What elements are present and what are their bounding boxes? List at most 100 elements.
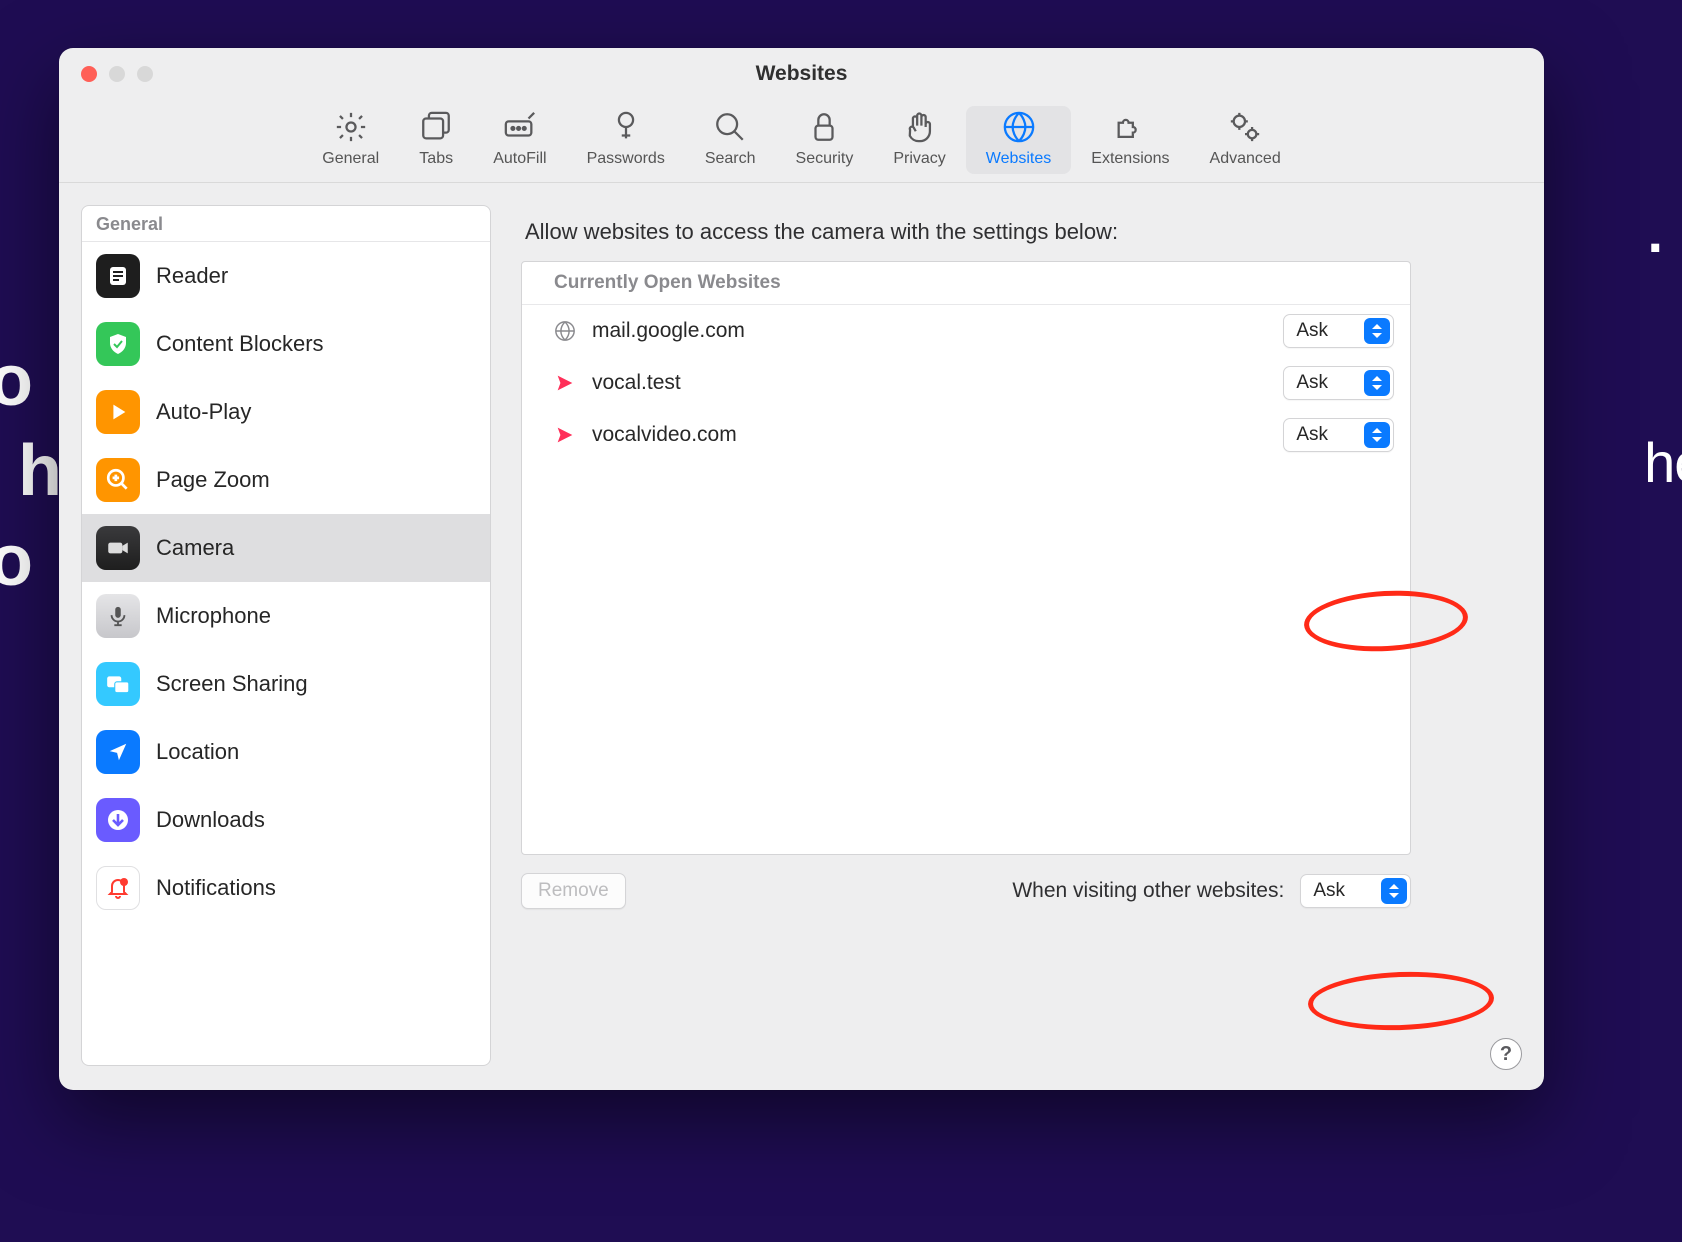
toolbar-tabs[interactable]: Tabs	[399, 106, 473, 174]
sidebar-item-microphone[interactable]: Microphone	[82, 582, 490, 650]
toolbar-label: Extensions	[1091, 150, 1169, 168]
toolbar-passwords[interactable]: Passwords	[567, 106, 685, 174]
toolbar-autofill[interactable]: AutoFill	[473, 106, 566, 174]
site-name: vocalvideo.com	[592, 423, 737, 447]
websites-table: Currently Open Websites mail.google.com …	[521, 261, 1411, 855]
location-icon	[96, 730, 140, 774]
toolbar-label: Advanced	[1210, 150, 1281, 168]
toolbar-websites[interactable]: Websites	[966, 106, 1072, 174]
toolbar-label: Privacy	[893, 150, 945, 168]
background-text: io	[0, 520, 32, 602]
footer-row: Remove When visiting other websites: Ask	[521, 867, 1411, 909]
permission-value: Ask	[1284, 372, 1364, 394]
site-name: mail.google.com	[592, 319, 745, 343]
search-icon	[713, 110, 747, 144]
bell-icon	[96, 866, 140, 910]
sidebar-item-reader[interactable]: Reader	[82, 242, 490, 310]
autofill-icon	[503, 110, 537, 144]
toolbar-advanced[interactable]: Advanced	[1190, 106, 1301, 174]
toolbar-label: Tabs	[419, 150, 453, 168]
vocal-favicon-icon	[552, 422, 578, 448]
toolbar-label: Security	[796, 150, 854, 168]
toolbar-security[interactable]: Security	[776, 106, 874, 174]
play-icon	[96, 390, 140, 434]
background-text: her	[1644, 430, 1682, 495]
toolbar-label: AutoFill	[493, 150, 546, 168]
toolbar-search[interactable]: Search	[685, 106, 776, 174]
sidebar-item-label: Screen Sharing	[156, 671, 308, 697]
sidebar-item-label: Page Zoom	[156, 467, 270, 493]
other-websites-select[interactable]: Ask	[1300, 874, 1411, 908]
help-button[interactable]: ?	[1490, 1038, 1522, 1070]
permission-value: Ask	[1301, 880, 1381, 902]
sidebar-item-blockers[interactable]: Content Blockers	[82, 310, 490, 378]
background-text: .	[1647, 200, 1662, 265]
globe-icon	[1002, 110, 1036, 144]
globe-favicon-icon	[552, 318, 578, 344]
puzzle-icon	[1113, 110, 1147, 144]
sidebar-item-label: Reader	[156, 263, 228, 289]
sidebar-item-autoplay[interactable]: Auto-Play	[82, 378, 490, 446]
gear-icon	[334, 110, 368, 144]
table-row[interactable]: vocal.test Ask	[522, 357, 1410, 409]
sidebar-item-label: Content Blockers	[156, 331, 324, 357]
microphone-icon	[96, 594, 140, 638]
key-icon	[609, 110, 643, 144]
sidebar-item-downloads[interactable]: Downloads	[82, 786, 490, 854]
permission-value: Ask	[1284, 424, 1364, 446]
screens-icon	[96, 662, 140, 706]
sidebar: General Reader Content Blockers Auto-Pla…	[81, 205, 491, 1066]
permission-value: Ask	[1284, 320, 1364, 342]
sidebar-item-label: Camera	[156, 535, 234, 561]
toolbar-general[interactable]: General	[302, 106, 399, 174]
download-icon	[96, 798, 140, 842]
sidebar-item-notifications[interactable]: Notifications	[82, 854, 490, 922]
chevron-updown-icon	[1364, 318, 1390, 344]
sidebar-item-label: Auto-Play	[156, 399, 251, 425]
table-row[interactable]: mail.google.com Ask	[522, 305, 1410, 357]
sidebar-item-pagezoom[interactable]: Page Zoom	[82, 446, 490, 514]
chevron-updown-icon	[1364, 370, 1390, 396]
reader-icon	[96, 254, 140, 298]
gears-icon	[1228, 110, 1262, 144]
zoom-icon	[96, 458, 140, 502]
site-name: vocal.test	[592, 371, 681, 395]
toolbar-label: General	[322, 150, 379, 168]
camera-icon	[96, 526, 140, 570]
permission-select[interactable]: Ask	[1283, 418, 1394, 452]
toolbar-extensions[interactable]: Extensions	[1071, 106, 1189, 174]
chevron-updown-icon	[1381, 878, 1407, 904]
toolbar-label: Search	[705, 150, 756, 168]
permission-select[interactable]: Ask	[1283, 366, 1394, 400]
vocal-favicon-icon	[552, 370, 578, 396]
sidebar-item-label: Microphone	[156, 603, 271, 629]
sidebar-item-location[interactable]: Location	[82, 718, 490, 786]
tabs-icon	[419, 110, 453, 144]
background-text: . h	[0, 430, 61, 512]
pref-toolbar: General Tabs AutoFill Passwords Search S…	[59, 100, 1544, 183]
sidebar-item-screenshare[interactable]: Screen Sharing	[82, 650, 490, 718]
toolbar-privacy[interactable]: Privacy	[873, 106, 965, 174]
main-panel: Allow websites to access the camera with…	[511, 205, 1520, 1066]
sidebar-item-label: Location	[156, 739, 239, 765]
remove-button[interactable]: Remove	[521, 873, 626, 909]
toolbar-label: Websites	[986, 150, 1052, 168]
window-title: Websites	[59, 62, 1544, 86]
sidebar-item-label: Downloads	[156, 807, 265, 833]
panel-description: Allow websites to access the camera with…	[521, 219, 1510, 249]
chevron-updown-icon	[1364, 422, 1390, 448]
shield-icon	[96, 322, 140, 366]
preferences-window: Websites General Tabs AutoFill Passwords…	[59, 48, 1544, 1090]
sidebar-item-label: Notifications	[156, 875, 276, 901]
lock-icon	[807, 110, 841, 144]
toolbar-label: Passwords	[587, 150, 665, 168]
titlebar: Websites	[59, 48, 1544, 100]
permission-select[interactable]: Ask	[1283, 314, 1394, 348]
sidebar-group-label: General	[82, 206, 490, 242]
hand-icon	[903, 110, 937, 144]
background-text: /o	[0, 340, 32, 422]
annotation-circle	[1307, 969, 1495, 1033]
sidebar-item-camera[interactable]: Camera	[82, 514, 490, 582]
table-heading: Currently Open Websites	[522, 262, 1410, 305]
table-row[interactable]: vocalvideo.com Ask	[522, 409, 1410, 461]
